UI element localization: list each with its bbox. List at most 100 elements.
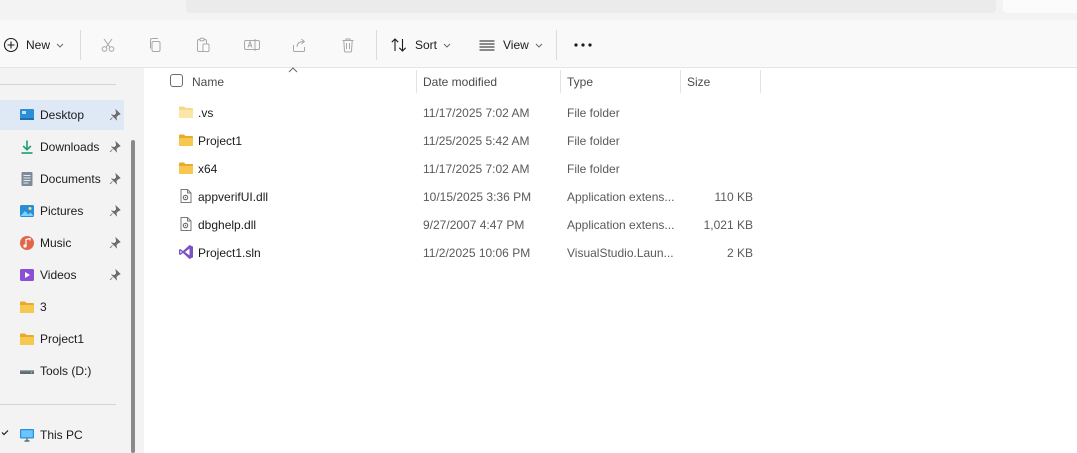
dll-file-icon — [180, 217, 192, 231]
more-icon — [574, 43, 592, 47]
pin-icon[interactable] — [109, 205, 121, 217]
rename-button[interactable] — [243, 32, 261, 58]
column-date-label: Date modified — [423, 74, 498, 89]
search-box[interactable] — [1003, 0, 1077, 13]
view-button[interactable]: View — [478, 32, 543, 58]
column-resize-handle[interactable] — [416, 70, 417, 93]
file-row[interactable]: Project1.sln 11/2/2025 10:06 PM VisualSt… — [144, 238, 1077, 266]
sidebar-item-downloads[interactable]: Downloads — [0, 132, 124, 162]
view-button-label: View — [503, 38, 529, 52]
copy-icon — [150, 38, 161, 52]
pin-icon[interactable] — [109, 109, 121, 121]
file-name: Project1.sln — [198, 246, 261, 260]
sidebar-item-label: Music — [40, 236, 72, 250]
column-date-modified[interactable]: Date modified — [423, 68, 497, 95]
file-type: File folder — [567, 106, 620, 120]
documents-icon — [21, 172, 33, 186]
pin-icon[interactable] — [109, 173, 121, 185]
file-type: Application extens... — [567, 190, 675, 204]
toolbar-separator — [80, 30, 81, 60]
column-type-label: Type — [567, 74, 594, 89]
pin-icon[interactable] — [109, 269, 121, 281]
folder-icon — [20, 333, 34, 345]
address-bar[interactable] — [186, 0, 996, 13]
new-button-label: New — [26, 38, 51, 52]
folder-icon — [179, 134, 193, 146]
chevron-down-icon — [56, 43, 64, 48]
column-name-label: Name — [192, 74, 225, 89]
sidebar-item-label: 3 — [40, 300, 47, 314]
sidebar-item-documents[interactable]: Documents — [0, 164, 124, 194]
folder-icon — [20, 301, 34, 313]
sidebar-item-this-pc[interactable]: This PC — [0, 420, 124, 450]
sidebar-item-label: Pictures — [40, 204, 84, 218]
monitor-icon — [20, 429, 34, 442]
pin-icon[interactable] — [109, 141, 121, 153]
file-type: File folder — [567, 162, 620, 176]
toolbar-separator — [376, 30, 377, 60]
sidebar-item-tools-drive[interactable]: Tools (D:) — [0, 356, 124, 386]
sidebar-item-3[interactable]: 3 — [0, 292, 124, 322]
column-size[interactable]: Size — [687, 68, 710, 95]
sidebar-divider — [0, 404, 116, 405]
dll-file-icon — [180, 189, 192, 203]
column-resize-handle[interactable] — [560, 70, 561, 93]
column-type[interactable]: Type — [567, 68, 593, 95]
file-name: x64 — [198, 162, 218, 176]
sidebar-item-label: Project1 — [40, 332, 85, 346]
column-name[interactable]: Name — [192, 68, 224, 95]
cut-button[interactable] — [100, 32, 116, 58]
file-list: Name Date modified Type Size .vs 11/17/2… — [144, 67, 1077, 453]
chevron-expanded-icon[interactable] — [1, 429, 9, 437]
file-row[interactable]: Project1 11/25/2025 5:42 AM File folder — [144, 126, 1077, 154]
file-name: dbghelp.dll — [198, 218, 257, 232]
file-row[interactable]: dbghelp.dll 9/27/2007 4:47 PM Applicatio… — [144, 210, 1077, 238]
file-type: Application extens... — [567, 218, 675, 232]
chevron-down-icon — [535, 43, 543, 48]
videos-icon — [20, 269, 34, 281]
file-type: File folder — [567, 134, 620, 148]
file-name: Project1 — [198, 134, 243, 148]
pin-icon[interactable] — [109, 237, 121, 249]
sidebar-item-pictures[interactable]: Pictures — [0, 196, 124, 226]
share-button[interactable] — [291, 32, 307, 58]
column-resize-handle[interactable] — [680, 70, 681, 93]
share-icon — [293, 38, 306, 52]
sidebar-item-project1[interactable]: Project1 — [0, 324, 124, 354]
file-size: 110 KB — [714, 190, 753, 204]
sidebar-scrollbar-thumb[interactable] — [131, 140, 135, 453]
file-name: .vs — [198, 106, 214, 120]
sort-button[interactable]: Sort — [390, 32, 451, 58]
file-date: 10/15/2025 3:36 PM — [423, 190, 532, 204]
chevron-down-icon — [443, 43, 451, 48]
file-row[interactable]: appverifUI.dll 10/15/2025 3:36 PM Applic… — [144, 182, 1077, 210]
sidebar-item-videos[interactable]: Videos — [0, 260, 124, 290]
sidebar-item-label: Tools (D:) — [40, 364, 92, 378]
folder-icon — [179, 162, 193, 174]
toolbar-separator — [556, 30, 557, 60]
navigation-pane: Desktop Downloads Documents Pictures Mus… — [0, 68, 124, 453]
paste-icon — [197, 37, 210, 52]
music-icon — [20, 236, 34, 250]
paste-button[interactable] — [195, 32, 211, 58]
select-all-checkbox[interactable] — [170, 74, 183, 87]
copy-button[interactable] — [147, 32, 163, 58]
more-options-button[interactable] — [573, 32, 593, 58]
drive-icon — [20, 370, 34, 374]
file-size: 2 KB — [726, 246, 753, 260]
file-row[interactable]: x64 11/17/2025 7:02 AM File folder — [144, 154, 1077, 182]
file-row[interactable]: .vs 11/17/2025 7:02 AM File folder — [144, 98, 1077, 126]
column-header: Name Date modified Type Size — [144, 67, 1077, 95]
sidebar-item-music[interactable]: Music — [0, 228, 124, 258]
folder-light-icon — [179, 106, 193, 118]
cut-icon — [101, 38, 115, 52]
column-resize-handle[interactable] — [760, 70, 761, 93]
sidebar-item-label: Desktop — [40, 108, 85, 122]
sidebar-item-desktop[interactable]: Desktop — [0, 100, 124, 130]
sort-icon — [391, 38, 407, 52]
delete-button[interactable] — [340, 32, 356, 58]
new-button[interactable]: New — [3, 32, 64, 58]
sidebar-item-label: Documents — [40, 172, 101, 186]
column-size-label: Size — [687, 74, 711, 89]
sort-ascending-icon — [288, 67, 298, 73]
